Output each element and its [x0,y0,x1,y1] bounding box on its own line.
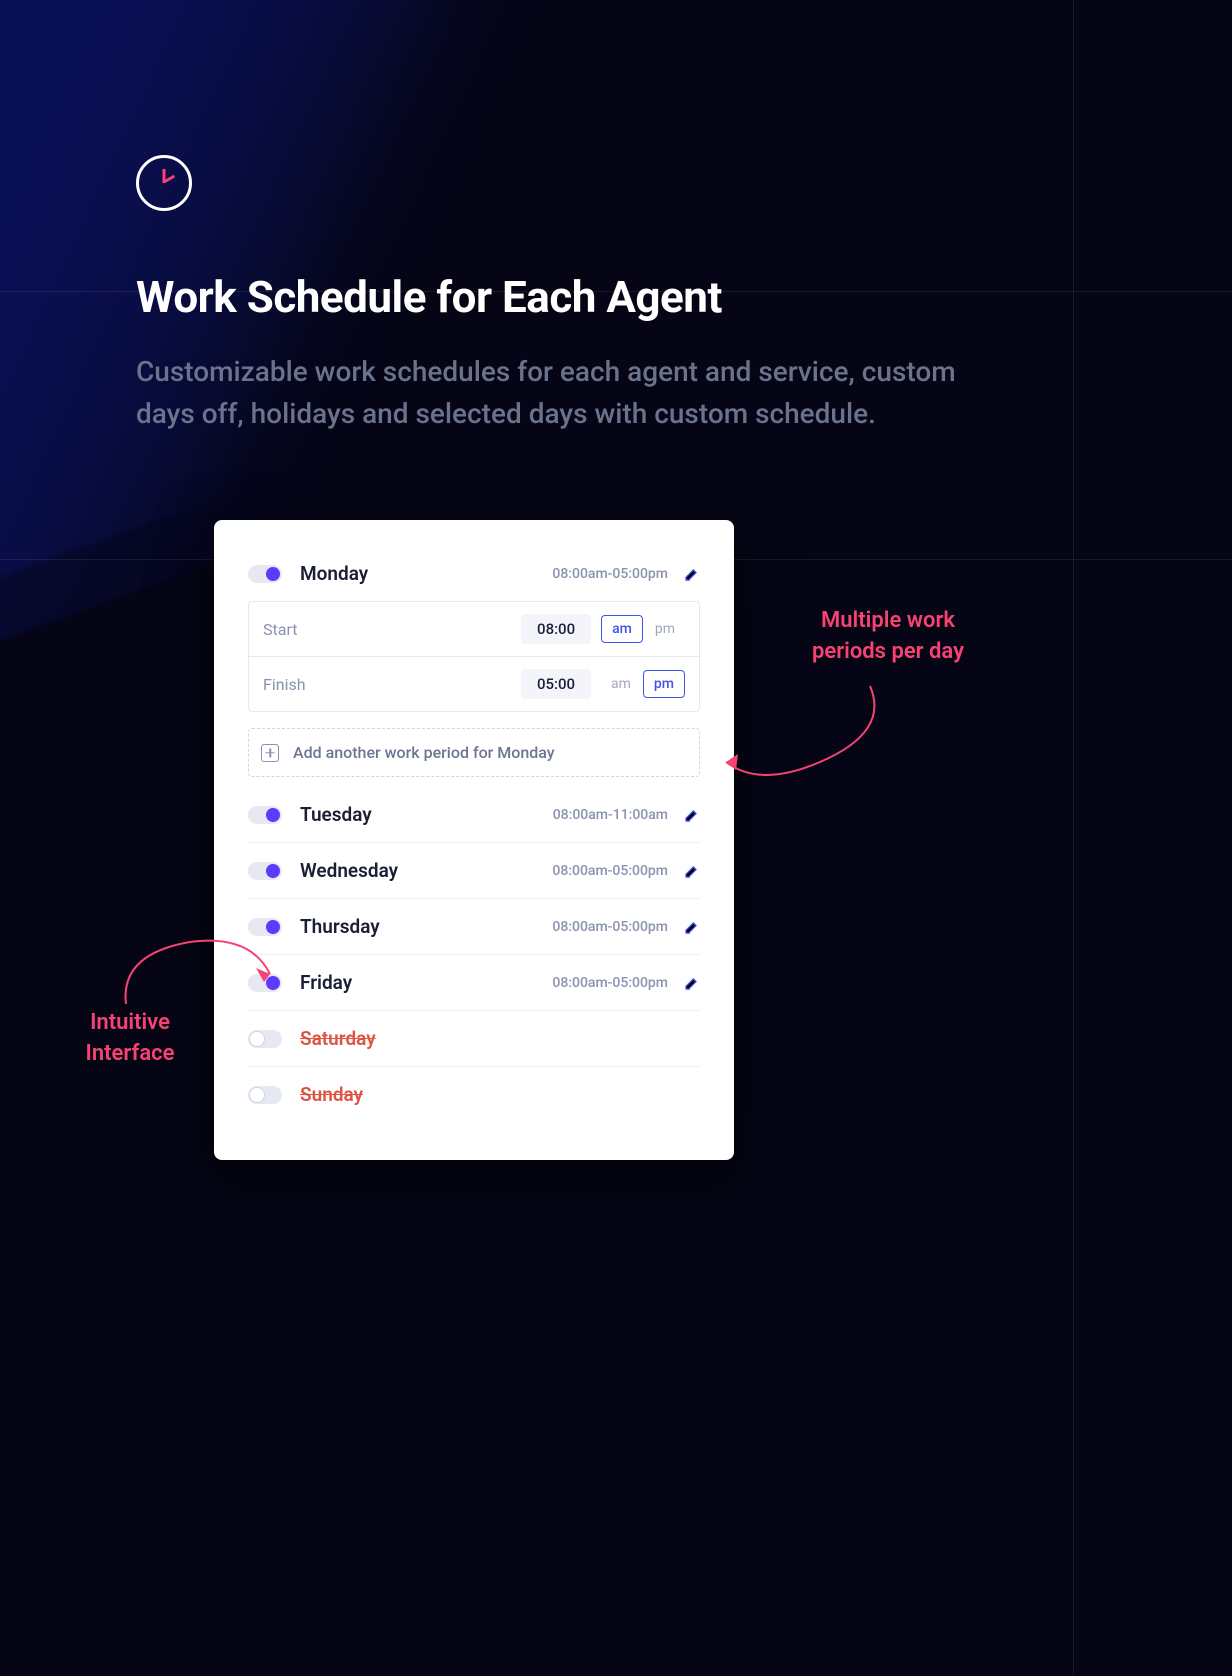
pencil-icon[interactable] [684,919,700,935]
period-start-row: Start 08:00 am pm [249,602,699,657]
pencil-icon[interactable] [684,975,700,991]
arrow-icon [720,682,920,796]
arrow-icon [120,934,290,1018]
page-subtitle: Customizable work schedules for each age… [136,351,996,435]
day-summary: 08:00am-05:00pm [552,566,668,582]
clock-icon [136,155,192,211]
schedule-card: Monday 08:00am-05:00pm Start 08:00 am pm… [214,520,734,1160]
finish-pm-button[interactable]: pm [643,670,685,698]
day-row: Thursday08:00am-05:00pm [248,898,700,954]
period-editor: Start 08:00 am pm Finish 05:00 am pm [248,601,700,712]
pencil-icon[interactable] [684,566,700,582]
day-name: Thursday [300,915,552,938]
add-period-label: Add another work period for Monday [293,743,555,762]
day-name: Saturday [300,1027,700,1050]
day-row: Saturday [248,1010,700,1066]
page-title: Work Schedule for Each Agent [136,271,1112,323]
add-period-button[interactable]: Add another work period for Monday [248,728,700,777]
toggle-monday[interactable] [248,565,282,583]
finish-label: Finish [263,675,521,694]
callout-multiple-periods: Multiple workperiods per day [798,606,978,668]
toggle-day[interactable] [248,1086,282,1104]
finish-time-input[interactable]: 05:00 [521,669,591,699]
toggle-day[interactable] [248,862,282,880]
start-am-button[interactable]: am [601,615,643,643]
plus-icon [261,744,279,762]
day-row: Tuesday08:00am-11:00am [248,799,700,842]
day-name: Tuesday [300,803,553,826]
day-summary: 08:00am-05:00pm [552,975,668,991]
day-name: Sunday [300,1083,700,1106]
start-time-input[interactable]: 08:00 [521,614,591,644]
day-row: Friday08:00am-05:00pm [248,954,700,1010]
day-name: Friday [300,971,552,994]
toggle-day[interactable] [248,806,282,824]
start-label: Start [263,620,521,639]
pencil-icon[interactable] [684,863,700,879]
day-row-monday: Monday 08:00am-05:00pm [248,558,700,601]
pencil-icon[interactable] [684,807,700,823]
start-pm-button[interactable]: pm [645,616,685,642]
day-name: Wednesday [300,859,552,882]
day-summary: 08:00am-05:00pm [552,863,668,879]
finish-am-button[interactable]: am [601,671,641,697]
period-finish-row: Finish 05:00 am pm [249,657,699,711]
day-row: Sunday [248,1066,700,1122]
day-row: Wednesday08:00am-05:00pm [248,842,700,898]
day-name: Monday [300,562,552,585]
toggle-day[interactable] [248,1030,282,1048]
day-summary: 08:00am-11:00am [553,807,668,823]
day-summary: 08:00am-05:00pm [552,919,668,935]
toggle-day[interactable] [248,918,282,936]
